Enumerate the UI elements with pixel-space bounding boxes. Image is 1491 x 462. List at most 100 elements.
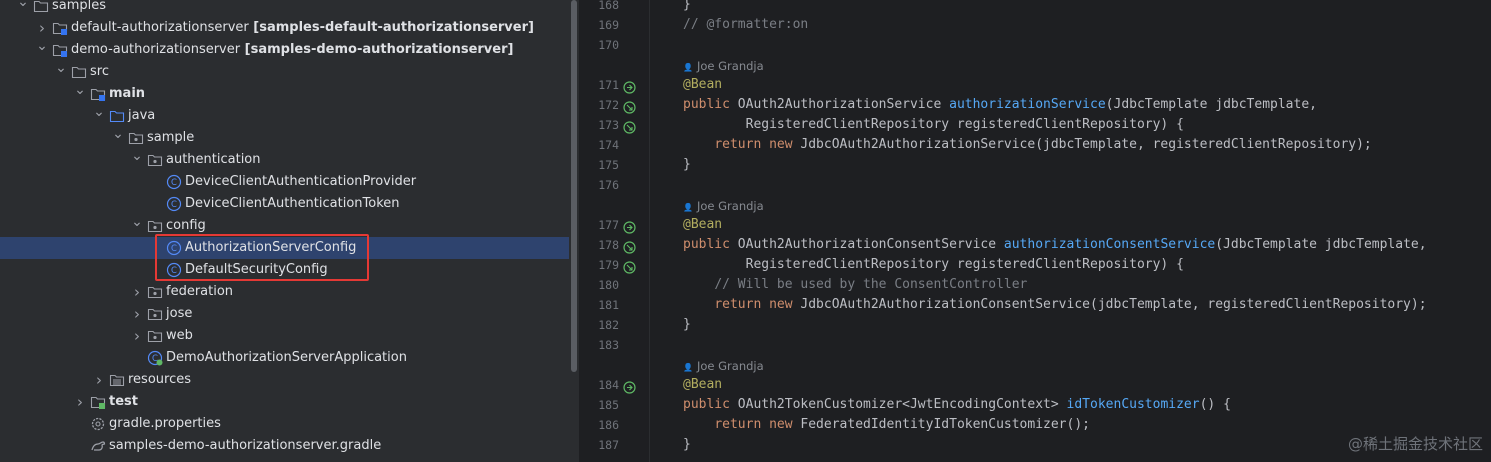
- code-vision-author[interactable]: 👤 Joe Grandja: [683, 196, 764, 216]
- code-line[interactable]: @Bean: [683, 75, 722, 95]
- code-token: return new: [714, 297, 801, 312]
- code-token: idTokenCustomizer: [1066, 397, 1200, 412]
- line-number: 176: [598, 178, 619, 192]
- code-line[interactable]: @Bean: [683, 215, 722, 235]
- scrollbar-thumb[interactable]: [571, 0, 577, 372]
- tree-item[interactable]: › web: [0, 325, 569, 347]
- code-line[interactable]: // @formatter:on: [683, 15, 808, 35]
- code-vision-author[interactable]: 👤 Joe Grandja: [683, 356, 764, 376]
- chevron-down-icon[interactable]: ⌄: [130, 149, 144, 171]
- code-line[interactable]: }: [683, 315, 691, 335]
- tree-item[interactable]: ⌄ config: [0, 215, 569, 237]
- code-line[interactable]: @Bean: [683, 375, 722, 395]
- chevron-right-icon[interactable]: ›: [130, 325, 144, 347]
- tree-item[interactable]: › default-authorizationserver [samples-de…: [0, 17, 569, 39]
- module-name: [samples-default-authorizationserver]: [248, 20, 534, 35]
- tree-item-label: main: [109, 83, 145, 105]
- tree-item[interactable]: C DemoAuthorizationServerApplication: [0, 347, 569, 369]
- code-line[interactable]: RegisteredClientRepository registeredCli…: [683, 115, 1184, 135]
- code-token: @Bean: [683, 217, 723, 232]
- tree-item[interactable]: C AuthorizationServerConfig: [0, 237, 569, 259]
- chevron-down-icon[interactable]: ⌄: [16, 0, 30, 17]
- autowired-navigation-icon[interactable]: [623, 99, 636, 114]
- code-vision-author[interactable]: 👤 Joe Grandja: [683, 56, 764, 76]
- code-line[interactable]: return new JdbcOAuth2AuthorizationServic…: [683, 135, 1372, 155]
- tree-item[interactable]: ⌄ src: [0, 61, 569, 83]
- tree-item[interactable]: › jose: [0, 303, 569, 325]
- tree-item[interactable]: ⌄ samples: [0, 0, 569, 17]
- autowired-navigation-icon[interactable]: [623, 259, 636, 274]
- test-folder-icon: [90, 394, 106, 410]
- code-line[interactable]: return new FederatedIdentityIdTokenCusto…: [683, 415, 1090, 435]
- tree-item[interactable]: › resources: [0, 369, 569, 391]
- chevron-down-icon[interactable]: ⌄: [35, 39, 49, 61]
- tree-item[interactable]: ⌄ java: [0, 105, 569, 127]
- chevron-down-icon[interactable]: ⌄: [111, 127, 125, 149]
- tree-item-name: demo-authorizationserver: [71, 42, 241, 57]
- code-line[interactable]: }: [683, 435, 691, 455]
- tree-item[interactable]: samples-demo-authorizationserver.gradle: [0, 435, 569, 457]
- bean-navigation-icon[interactable]: [623, 379, 636, 394]
- bean-navigation-icon[interactable]: [623, 79, 636, 94]
- tree-item-name: resources: [128, 372, 192, 387]
- tree-item[interactable]: C DefaultSecurityConfig: [0, 259, 569, 281]
- package-icon: [147, 328, 163, 344]
- tree-item[interactable]: C DeviceClientAuthenticationToken: [0, 193, 569, 215]
- tree-item-name: sample: [147, 130, 195, 145]
- code-line[interactable]: return new JdbcOAuth2AuthorizationConsen…: [683, 295, 1426, 315]
- code-line[interactable]: }: [683, 155, 691, 175]
- autowired-navigation-icon[interactable]: [623, 119, 636, 134]
- tree-item[interactable]: ⌄ demo-authorizationserver [samples-demo-…: [0, 39, 569, 61]
- tree-item[interactable]: ⌄ sample: [0, 127, 569, 149]
- tree-item[interactable]: › federation: [0, 281, 569, 303]
- line-number: 182: [598, 318, 619, 332]
- chevron-right-icon[interactable]: ›: [35, 17, 49, 39]
- chevron-right-icon[interactable]: ›: [73, 391, 87, 413]
- code-token: FederatedIdentityIdTokenCustomizer();: [800, 417, 1090, 432]
- code-line[interactable]: // Will be used by the ConsentController: [683, 275, 1027, 295]
- tree-item[interactable]: C DeviceClientAuthenticationProvider: [0, 171, 569, 193]
- code-token: OAuth2AuthorizationService: [737, 97, 950, 112]
- settings-icon: [90, 416, 106, 432]
- code-token: (JdbcTemplate jdbcTemplate,: [1215, 237, 1427, 252]
- code-line[interactable]: public OAuth2TokenCustomizer<JwtEncoding…: [683, 395, 1231, 415]
- chevron-right-icon[interactable]: ›: [92, 369, 106, 391]
- code-token: JdbcOAuth2AuthorizationService(jdbcTempl…: [800, 137, 1372, 152]
- tree-item[interactable]: ⌄ main: [0, 83, 569, 105]
- tree-item-name: samples-demo-authorizationserver.gradle: [109, 438, 382, 453]
- tree-item-name: AuthorizationServerConfig: [185, 240, 357, 255]
- package-icon: [147, 306, 163, 322]
- line-number: 170: [598, 38, 619, 52]
- chevron-down-icon[interactable]: ⌄: [92, 105, 106, 127]
- chevron-right-icon[interactable]: ›: [130, 281, 144, 303]
- code-line[interactable]: public OAuth2AuthorizationConsentService…: [683, 235, 1427, 255]
- code-token: return new: [714, 137, 801, 152]
- tree-item-label: web: [166, 325, 193, 347]
- code-line[interactable]: RegisteredClientRepository registeredCli…: [683, 255, 1184, 275]
- tree-item-label: samples: [52, 0, 106, 17]
- chevron-down-icon[interactable]: ⌄: [54, 61, 68, 83]
- autowired-navigation-icon[interactable]: [623, 239, 636, 254]
- chevron-down-icon[interactable]: ⌄: [73, 83, 87, 105]
- class-icon: C: [166, 240, 182, 256]
- code-line[interactable]: public OAuth2AuthorizationService author…: [683, 95, 1317, 115]
- bean-navigation-icon[interactable]: [623, 219, 636, 234]
- tree-item[interactable]: ⌄ authentication: [0, 149, 569, 171]
- chevron-right-icon[interactable]: ›: [130, 303, 144, 325]
- line-number: 186: [598, 418, 619, 432]
- code-token: // Will be used by the ConsentController: [714, 277, 1028, 292]
- code-token: return new: [714, 417, 801, 432]
- tree-item-label: demo-authorizationserver [samples-demo-a…: [71, 39, 513, 61]
- tree-item-label: sample: [147, 127, 194, 149]
- tree-item-name: config: [166, 218, 206, 233]
- chevron-down-icon[interactable]: ⌄: [130, 215, 144, 237]
- package-icon: [147, 284, 163, 300]
- code-token: public: [683, 97, 738, 112]
- tree-item-name: default-authorizationserver: [71, 20, 249, 35]
- code-line[interactable]: }: [683, 0, 691, 15]
- tree-item[interactable]: › test: [0, 391, 569, 413]
- tree-item[interactable]: gradle.properties: [0, 413, 569, 435]
- project-tree-scrollbar[interactable]: [569, 0, 579, 462]
- java-folder-icon: [109, 108, 125, 124]
